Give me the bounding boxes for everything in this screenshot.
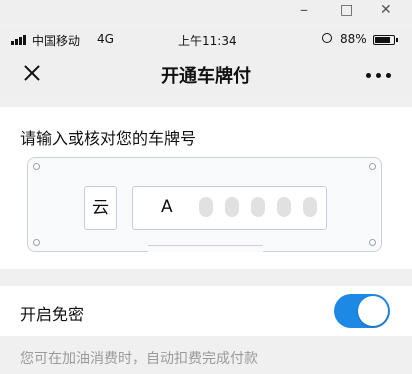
toggle-knob xyxy=(358,296,388,326)
page-title: 开通车牌付 xyxy=(161,66,251,87)
battery-percent: 88% xyxy=(340,32,367,46)
auto-pay-row: 开启免密 xyxy=(0,286,412,336)
plate-number-text: A xyxy=(161,197,173,217)
plate-section-label: 请输入或核对您的车牌号 xyxy=(20,129,197,148)
redacted-character xyxy=(199,197,213,217)
nav-bar: 开通车牌付 xyxy=(0,52,412,96)
plate-rivet-icon xyxy=(369,239,376,246)
carrier-label: 中国移动 xyxy=(32,34,81,48)
maximize-button[interactable]: □ xyxy=(340,2,353,18)
battery-fill xyxy=(375,37,390,43)
redacted-character xyxy=(251,197,265,217)
auto-pay-toggle[interactable] xyxy=(334,294,390,328)
alarm-icon xyxy=(322,33,332,43)
plate-number-input[interactable]: A xyxy=(132,186,327,230)
window-chrome: – □ ✕ xyxy=(0,0,412,24)
redacted-character xyxy=(225,197,239,217)
status-bar: 中国移动 4G 上午11:34 88% xyxy=(0,28,412,52)
plate-rivet-icon xyxy=(369,163,376,170)
window-close-button[interactable]: ✕ xyxy=(380,2,392,18)
status-time: 上午11:34 xyxy=(178,34,237,48)
auto-pay-hint: 您可在加油消费时，自动扣费完成付款 xyxy=(20,351,258,367)
network-type: 4G xyxy=(97,32,114,46)
plate-notch xyxy=(148,245,263,252)
license-plate-frame: 云 A xyxy=(27,157,382,252)
signal-icon xyxy=(11,35,29,45)
plate-card: 请输入或核对您的车牌号 云 A xyxy=(0,107,412,269)
redacted-character xyxy=(303,197,317,217)
minimize-button[interactable]: – xyxy=(300,0,308,19)
auto-pay-label: 开启免密 xyxy=(20,305,85,324)
plate-rivet-icon xyxy=(33,163,40,170)
province-selector[interactable]: 云 xyxy=(84,186,117,230)
redacted-character xyxy=(277,197,291,217)
plate-rivet-icon xyxy=(33,239,40,246)
battery-icon xyxy=(373,35,398,45)
more-icon[interactable] xyxy=(364,64,394,84)
